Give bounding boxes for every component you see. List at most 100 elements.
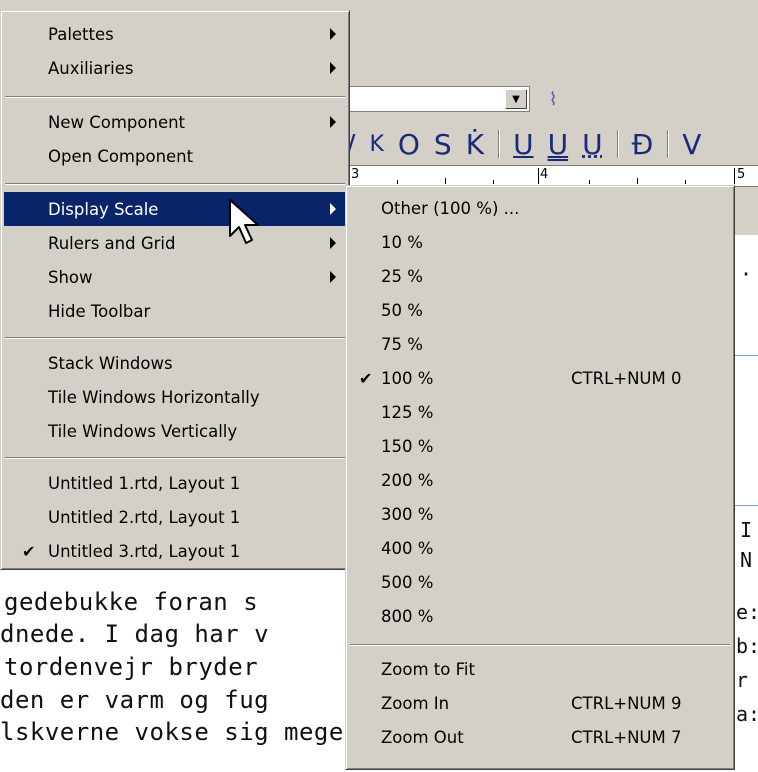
- shadow-icon[interactable]: S: [434, 128, 452, 161]
- menu-item-label: 500 %: [381, 572, 434, 592]
- menu-separator: [350, 644, 730, 646]
- menu-item-label: Auxiliaries: [48, 58, 134, 78]
- scale-item-25[interactable]: 25 %: [349, 259, 731, 293]
- combo-dropdown-icon[interactable]: ▼: [505, 89, 527, 109]
- menu-item-open-component[interactable]: Open Component: [4, 139, 346, 173]
- scale-item-300[interactable]: 300 %: [349, 497, 731, 531]
- underline-icon[interactable]: U: [513, 128, 534, 161]
- zoom-to-fit-item[interactable]: Zoom to Fit: [349, 652, 731, 686]
- scale-item-50[interactable]: 50 %: [349, 293, 731, 327]
- menu-item-label: 300 %: [381, 504, 434, 524]
- menu-item-label: Open Component: [48, 146, 194, 166]
- ruler-tick: [493, 180, 494, 184]
- scale-item-150[interactable]: 150 %: [349, 429, 731, 463]
- menu-item-window-3[interactable]: ✔ Untitled 3.rtd, Layout 1: [4, 534, 346, 568]
- doc-line: den er varm og fug: [0, 686, 270, 714]
- menu-item-shortcut: CTRL+NUM 0: [571, 368, 682, 388]
- menu-item-label: New Component: [48, 112, 186, 132]
- format-toolbar: / K O S K̇ U U U Ð V: [340, 124, 758, 164]
- menu-item-label: Zoom Out: [381, 727, 464, 747]
- horizontal-ruler[interactable]: 3 4 5: [345, 165, 758, 187]
- menu-item-label: Untitled 3.rtd, Layout 1: [48, 541, 241, 561]
- submenu-arrow-icon: [330, 28, 336, 40]
- doc-line: dnede. I dag har v: [0, 620, 270, 648]
- ruler-tick: [685, 180, 686, 184]
- menu-item-palettes[interactable]: Palettes: [4, 17, 346, 51]
- checkmark-icon: ✔: [22, 541, 36, 561]
- ruler-tick: [734, 168, 735, 184]
- menu-item-label: Stack Windows: [48, 353, 173, 373]
- small-caps-icon[interactable]: K: [369, 132, 383, 157]
- menu-item-auxiliaries[interactable]: Auxiliaries: [4, 51, 346, 85]
- menu-item-label: Zoom to Fit: [381, 659, 475, 679]
- menu-item-label: Untitled 1.rtd, Layout 1: [48, 473, 241, 493]
- menu-item-label: Tile Windows Vertically: [48, 421, 238, 441]
- dotted-underline-icon[interactable]: U: [582, 128, 603, 161]
- outline-icon[interactable]: O: [398, 128, 420, 161]
- toolbar-separator: [616, 130, 618, 158]
- zoom-in-item[interactable]: Zoom In CTRL+NUM 9: [349, 686, 731, 720]
- menu-item-rulers-and-grid[interactable]: Rulers and Grid: [4, 226, 346, 260]
- zoom-out-item[interactable]: Zoom Out CTRL+NUM 7: [349, 720, 731, 754]
- doc-edge-char: b:: [736, 634, 758, 658]
- menu-separator: [5, 183, 345, 185]
- scale-item-800[interactable]: 800 %: [349, 599, 731, 633]
- ruler-tick: [637, 178, 638, 184]
- scale-item-125[interactable]: 125 %: [349, 395, 731, 429]
- scale-item-500[interactable]: 500 %: [349, 565, 731, 599]
- menu-item-window-2[interactable]: Untitled 2.rtd, Layout 1: [4, 500, 346, 534]
- menu-item-label: Hide Toolbar: [48, 301, 151, 321]
- doc-edge-char: r: [736, 668, 749, 692]
- menu-item-tile-vertically[interactable]: Tile Windows Vertically: [4, 414, 346, 448]
- submenu-arrow-icon: [330, 116, 336, 128]
- menu-item-stack-windows[interactable]: Stack Windows: [4, 346, 346, 380]
- menu-item-tile-horizontally[interactable]: Tile Windows Horizontally: [4, 380, 346, 414]
- scale-item-100[interactable]: ✔ 100 % CTRL+NUM 0: [349, 361, 731, 395]
- submenu-arrow-icon: [330, 62, 336, 74]
- menu-item-window-1[interactable]: Untitled 1.rtd, Layout 1: [4, 466, 346, 500]
- menu-item-label: 25 %: [381, 266, 423, 286]
- menu-item-label: 400 %: [381, 538, 434, 558]
- menu-item-new-component[interactable]: New Component: [4, 105, 346, 139]
- menu-separator: [5, 96, 345, 98]
- doc-line: gedebukke foran s: [4, 588, 259, 616]
- ruler-tick: [538, 168, 539, 184]
- ruler-tick: [589, 180, 590, 184]
- menu-item-label: 800 %: [381, 606, 434, 626]
- menu-item-label: Show: [48, 267, 93, 287]
- menu-item-label: 75 %: [381, 334, 423, 354]
- scale-item-200[interactable]: 200 %: [349, 463, 731, 497]
- scale-item-75[interactable]: 75 %: [349, 327, 731, 361]
- doc-edge-char: ·: [740, 262, 753, 286]
- menu-item-display-scale[interactable]: Display Scale: [4, 192, 346, 226]
- layout-guide: [735, 505, 758, 506]
- double-underline-icon[interactable]: U: [548, 128, 569, 161]
- menu-item-hide-toolbar[interactable]: Hide Toolbar: [4, 294, 346, 328]
- menu-item-label: Zoom In: [381, 693, 450, 713]
- v-format-icon[interactable]: V: [682, 128, 701, 161]
- menu-item-label: 10 %: [381, 232, 423, 252]
- checkmark-icon: ✔: [359, 368, 373, 388]
- menu-item-label: Other (100 %) ...: [381, 198, 520, 218]
- doc-line: tordenvejr bryder: [4, 653, 259, 681]
- menu-item-label: 50 %: [381, 300, 423, 320]
- submenu-arrow-icon: [330, 203, 336, 215]
- menu-item-label: Display Scale: [48, 199, 159, 219]
- ruler-label: 5: [737, 167, 746, 182]
- toolbar-separator: [498, 130, 500, 158]
- menu-separator: [5, 457, 345, 459]
- menu-item-shortcut: CTRL+NUM 7: [571, 727, 682, 747]
- draw-tool-icon[interactable]: ⌇: [540, 86, 566, 112]
- ruler-label: 3: [351, 167, 360, 182]
- strikethrough-icon[interactable]: Ð: [632, 128, 654, 161]
- doc-edge-char: e:: [736, 600, 758, 624]
- menu-item-label: 100 %: [381, 368, 434, 388]
- scale-item-other[interactable]: Other (100 %) ...: [349, 191, 731, 225]
- menu-item-label: Rulers and Grid: [48, 233, 176, 253]
- doc-edge-char: I: [740, 518, 753, 542]
- scale-item-10[interactable]: 10 %: [349, 225, 731, 259]
- ruler-label: 4: [540, 167, 549, 182]
- scale-item-400[interactable]: 400 %: [349, 531, 731, 565]
- menu-item-show[interactable]: Show: [4, 260, 346, 294]
- superscript-k-icon[interactable]: K̇: [466, 128, 484, 161]
